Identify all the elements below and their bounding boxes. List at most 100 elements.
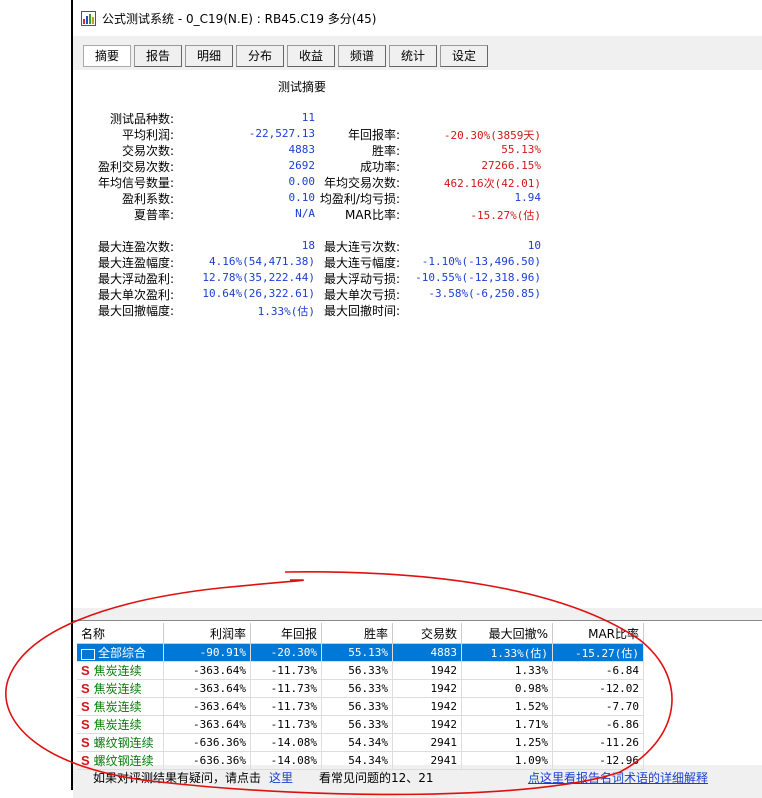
- stat-label: 平均利润:: [121, 128, 174, 142]
- cell-maxdd: 1.33%(估): [461, 643, 553, 662]
- strategy-s-icon: S: [81, 717, 90, 732]
- stat-label: 成功率:: [359, 160, 400, 174]
- cell-mar: -11.26: [552, 733, 644, 752]
- stat-label: MAR比率:: [345, 208, 400, 222]
- tab-income[interactable]: 收益: [287, 45, 335, 67]
- col-header-name[interactable]: 名称: [77, 623, 164, 644]
- stat-value: -22,527.13: [248, 127, 315, 140]
- stat-value: 4883: [288, 143, 316, 156]
- status-suffix: 看常见问题的12、21: [319, 771, 434, 785]
- glossary-link[interactable]: 点这里看报告名词术语的详细解释: [528, 769, 708, 786]
- stat-label: 最大连亏幅度:: [323, 256, 400, 270]
- tab-detail[interactable]: 明细: [185, 45, 233, 67]
- cell-maxdd: 1.52%: [461, 697, 553, 716]
- stat-value: 2692: [288, 159, 316, 172]
- table-row[interactable]: S 焦炭连续 -363.64% -11.73% 56.33% 1942 1.71%…: [77, 715, 644, 734]
- stat-label: 最大单次亏损:: [323, 288, 400, 302]
- stat-label: 年均信号数量:: [97, 176, 174, 190]
- tab-spectrum[interactable]: 频谱: [338, 45, 386, 67]
- stat-label: 盈利系数:: [121, 192, 174, 206]
- cell-trades: 1942: [392, 661, 462, 680]
- cell-profit: -636.36%: [163, 733, 251, 752]
- status-bar: 如果对评测结果有疑问，请点击 这里 看常见问题的12、21 点这里看报告名词术语…: [73, 766, 762, 788]
- tab-summary[interactable]: 摘要: [83, 45, 131, 67]
- cell-mar: -12.02: [552, 679, 644, 698]
- window-title: 公式测试系统 - 0_C19(N.E) : RB45.C19 多分(45): [102, 12, 377, 26]
- strategy-s-icon: S: [81, 681, 90, 696]
- cell-profit: -363.64%: [163, 661, 251, 680]
- stat-value: -15.27%(估): [470, 209, 541, 222]
- folder-icon: [81, 648, 95, 660]
- col-header-trades[interactable]: 交易数: [392, 623, 462, 644]
- stat-value: 11: [301, 111, 315, 124]
- cell-annual: -20.30%: [250, 643, 322, 662]
- cell-mar: -15.27(估): [552, 643, 644, 662]
- cell-profit: -363.64%: [163, 679, 251, 698]
- stat-label: 最大回撤幅度:: [97, 304, 174, 318]
- col-header-profit[interactable]: 利润率: [163, 623, 251, 644]
- cell-mar: -7.70: [552, 697, 644, 716]
- strategy-s-icon: S: [81, 699, 90, 714]
- stat-label: 年回报率:: [347, 128, 400, 142]
- stat-value: 10: [527, 239, 541, 252]
- stat-label: 夏普率:: [133, 208, 174, 222]
- faq-link[interactable]: 这里: [269, 769, 293, 786]
- tab-report[interactable]: 报告: [134, 45, 182, 67]
- stat-value: N/A: [295, 207, 315, 220]
- cell-maxdd: 1.33%: [461, 661, 553, 680]
- stat-label: 最大回撤时间:: [323, 304, 400, 318]
- stat-value: 55.13%: [501, 143, 541, 156]
- tab-settings[interactable]: 设定: [440, 45, 488, 67]
- cell-profit: -90.91%: [163, 643, 251, 662]
- stat-value: 27266.15%: [481, 159, 541, 172]
- stat-value: -1.10%(-13,496.50): [421, 255, 541, 268]
- stat-label: 均盈利/均亏损:: [319, 192, 400, 206]
- cell-trades: 4883: [392, 643, 462, 662]
- tab-distribution[interactable]: 分布: [236, 45, 284, 67]
- stat-label: 盈利交易次数:: [97, 160, 174, 174]
- main-window: 公式测试系统 - 0_C19(N.E) : RB45.C19 多分(45) 摘要…: [73, 0, 762, 798]
- strategy-s-icon: S: [81, 735, 90, 750]
- table-row[interactable]: S 焦炭连续 -363.64% -11.73% 56.33% 1942 1.33%…: [77, 661, 644, 680]
- col-header-mar[interactable]: MAR比率: [552, 623, 644, 644]
- cell-annual: -11.73%: [250, 697, 322, 716]
- stat-value: -3.58%(-6,250.85): [428, 287, 541, 300]
- cell-profit: -363.64%: [163, 715, 251, 734]
- cell-annual: -11.73%: [250, 661, 322, 680]
- table-row[interactable]: S 焦炭连续 -363.64% -11.73% 56.33% 1942 1.52%…: [77, 697, 644, 716]
- cell-winrate: 56.33%: [321, 679, 393, 698]
- table-row[interactable]: S 螺纹钢连续 -636.36% -14.08% 54.34% 2941 1.25…: [77, 733, 644, 752]
- stat-label: 最大连盈次数:: [97, 240, 174, 254]
- col-header-annual[interactable]: 年回报: [250, 623, 322, 644]
- tab-statistics[interactable]: 统计: [389, 45, 437, 67]
- stat-label: 最大浮动盈利:: [97, 272, 174, 286]
- stat-value: 462.16次(42.01): [443, 177, 541, 190]
- col-header-maxdd[interactable]: 最大回撤%: [461, 623, 553, 644]
- stat-label: 最大浮动亏损:: [323, 272, 400, 286]
- stat-value: 0.10: [288, 191, 316, 204]
- stat-value: 1.33%(估): [257, 305, 315, 318]
- col-header-winrate[interactable]: 胜率: [321, 623, 393, 644]
- summary-panel: 测试摘要 测试品种数: 11 平均利润: -22,527.13 年回报率: -2…: [73, 70, 762, 608]
- cell-maxdd: 1.25%: [461, 733, 553, 752]
- stat-label: 最大连盈幅度:: [97, 256, 174, 270]
- stat-label: 胜率:: [371, 144, 400, 158]
- table-row[interactable]: S 焦炭连续 -363.64% -11.73% 56.33% 1942 0.98%…: [77, 679, 644, 698]
- status-prefix: 如果对评测结果有疑问，请点击: [93, 771, 262, 785]
- stat-label: 最大单次盈利:: [97, 288, 174, 302]
- cell-winrate: 56.33%: [321, 661, 393, 680]
- stat-value: -20.30%(3859天): [443, 129, 541, 142]
- table-row[interactable]: 全部综合 -90.91% -20.30% 55.13% 4883 1.33%(估…: [77, 643, 644, 662]
- cell-annual: -11.73%: [250, 679, 322, 698]
- cell-winrate: 54.34%: [321, 733, 393, 752]
- cell-trades: 2941: [392, 733, 462, 752]
- cell-mar: -6.86: [552, 715, 644, 734]
- stat-label: 交易次数:: [121, 144, 174, 158]
- stat-value: 18: [301, 239, 315, 252]
- stat-value: 1.94: [514, 191, 542, 204]
- cell-trades: 1942: [392, 715, 462, 734]
- cell-mar: -6.84: [552, 661, 644, 680]
- stat-value: 4.16%(54,471.38): [209, 255, 315, 268]
- stat-value: 10.64%(26,322.61): [202, 287, 315, 300]
- cell-winrate: 56.33%: [321, 715, 393, 734]
